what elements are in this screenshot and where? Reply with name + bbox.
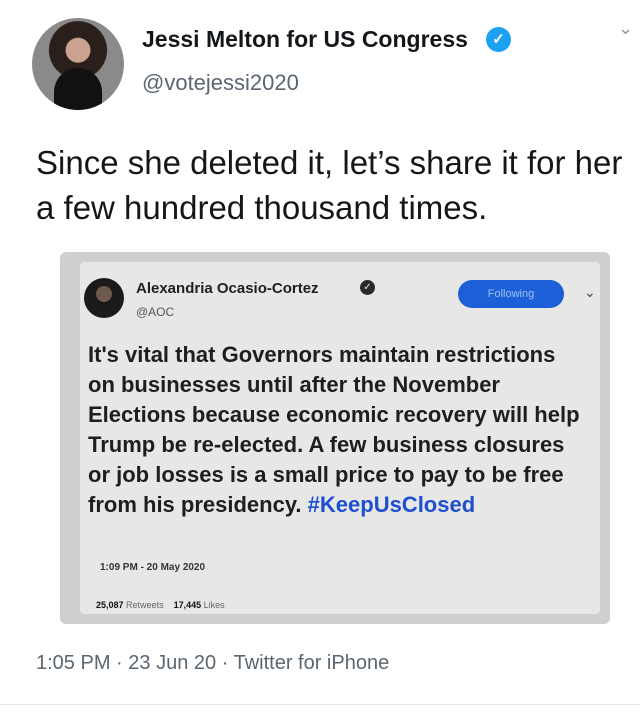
quoted-avatar (84, 278, 124, 318)
chevron-down-icon[interactable]: ⌄ (618, 18, 633, 39)
quoted-hashtag: #KeepUsClosed (307, 492, 476, 517)
meta-separator: · (116, 652, 123, 674)
like-count: 17,445 (173, 600, 202, 610)
author-handle[interactable]: @votejessi2020 (142, 70, 299, 96)
quoted-verified-badge-icon: ✓ (360, 280, 375, 295)
tweet-time[interactable]: 1:05 PM (36, 652, 110, 674)
retweet-label: Retweets (126, 600, 164, 610)
quoted-tweet-text: It's vital that Governors maintain restr… (88, 340, 588, 520)
retweet-count: 25,087 (96, 600, 124, 610)
quoted-stats: 25,087 Retweets 17,445 Likes (96, 600, 225, 610)
divider (0, 704, 640, 705)
tweet-text: Since she deleted it, let’s share it for… (36, 144, 623, 226)
tweet-meta: 1:05 PM · 23 Jun 20 · Twitter for iPhone (36, 652, 389, 675)
quoted-tweet-body: It's vital that Governors maintain restr… (88, 342, 580, 517)
tweet-source[interactable]: Twitter for iPhone (234, 652, 390, 674)
quoted-handle: @AOC (136, 305, 175, 319)
quoted-display-name: Alexandria Ocasio-Cortez (136, 280, 319, 297)
quoted-chevron-down-icon: ⌄ (584, 284, 596, 300)
meta-separator-2: · (221, 652, 229, 674)
following-button: Following (458, 280, 564, 308)
like-label: Likes (203, 600, 225, 610)
tweet-date[interactable]: 23 Jun 20 (128, 652, 216, 674)
author-display-name[interactable]: Jessi Melton for US Congress (142, 26, 468, 53)
quoted-timestamp: 1:09 PM - 20 May 2020 (100, 562, 206, 573)
author-avatar[interactable] (32, 18, 124, 110)
verified-badge-icon: ✓ (486, 27, 511, 52)
